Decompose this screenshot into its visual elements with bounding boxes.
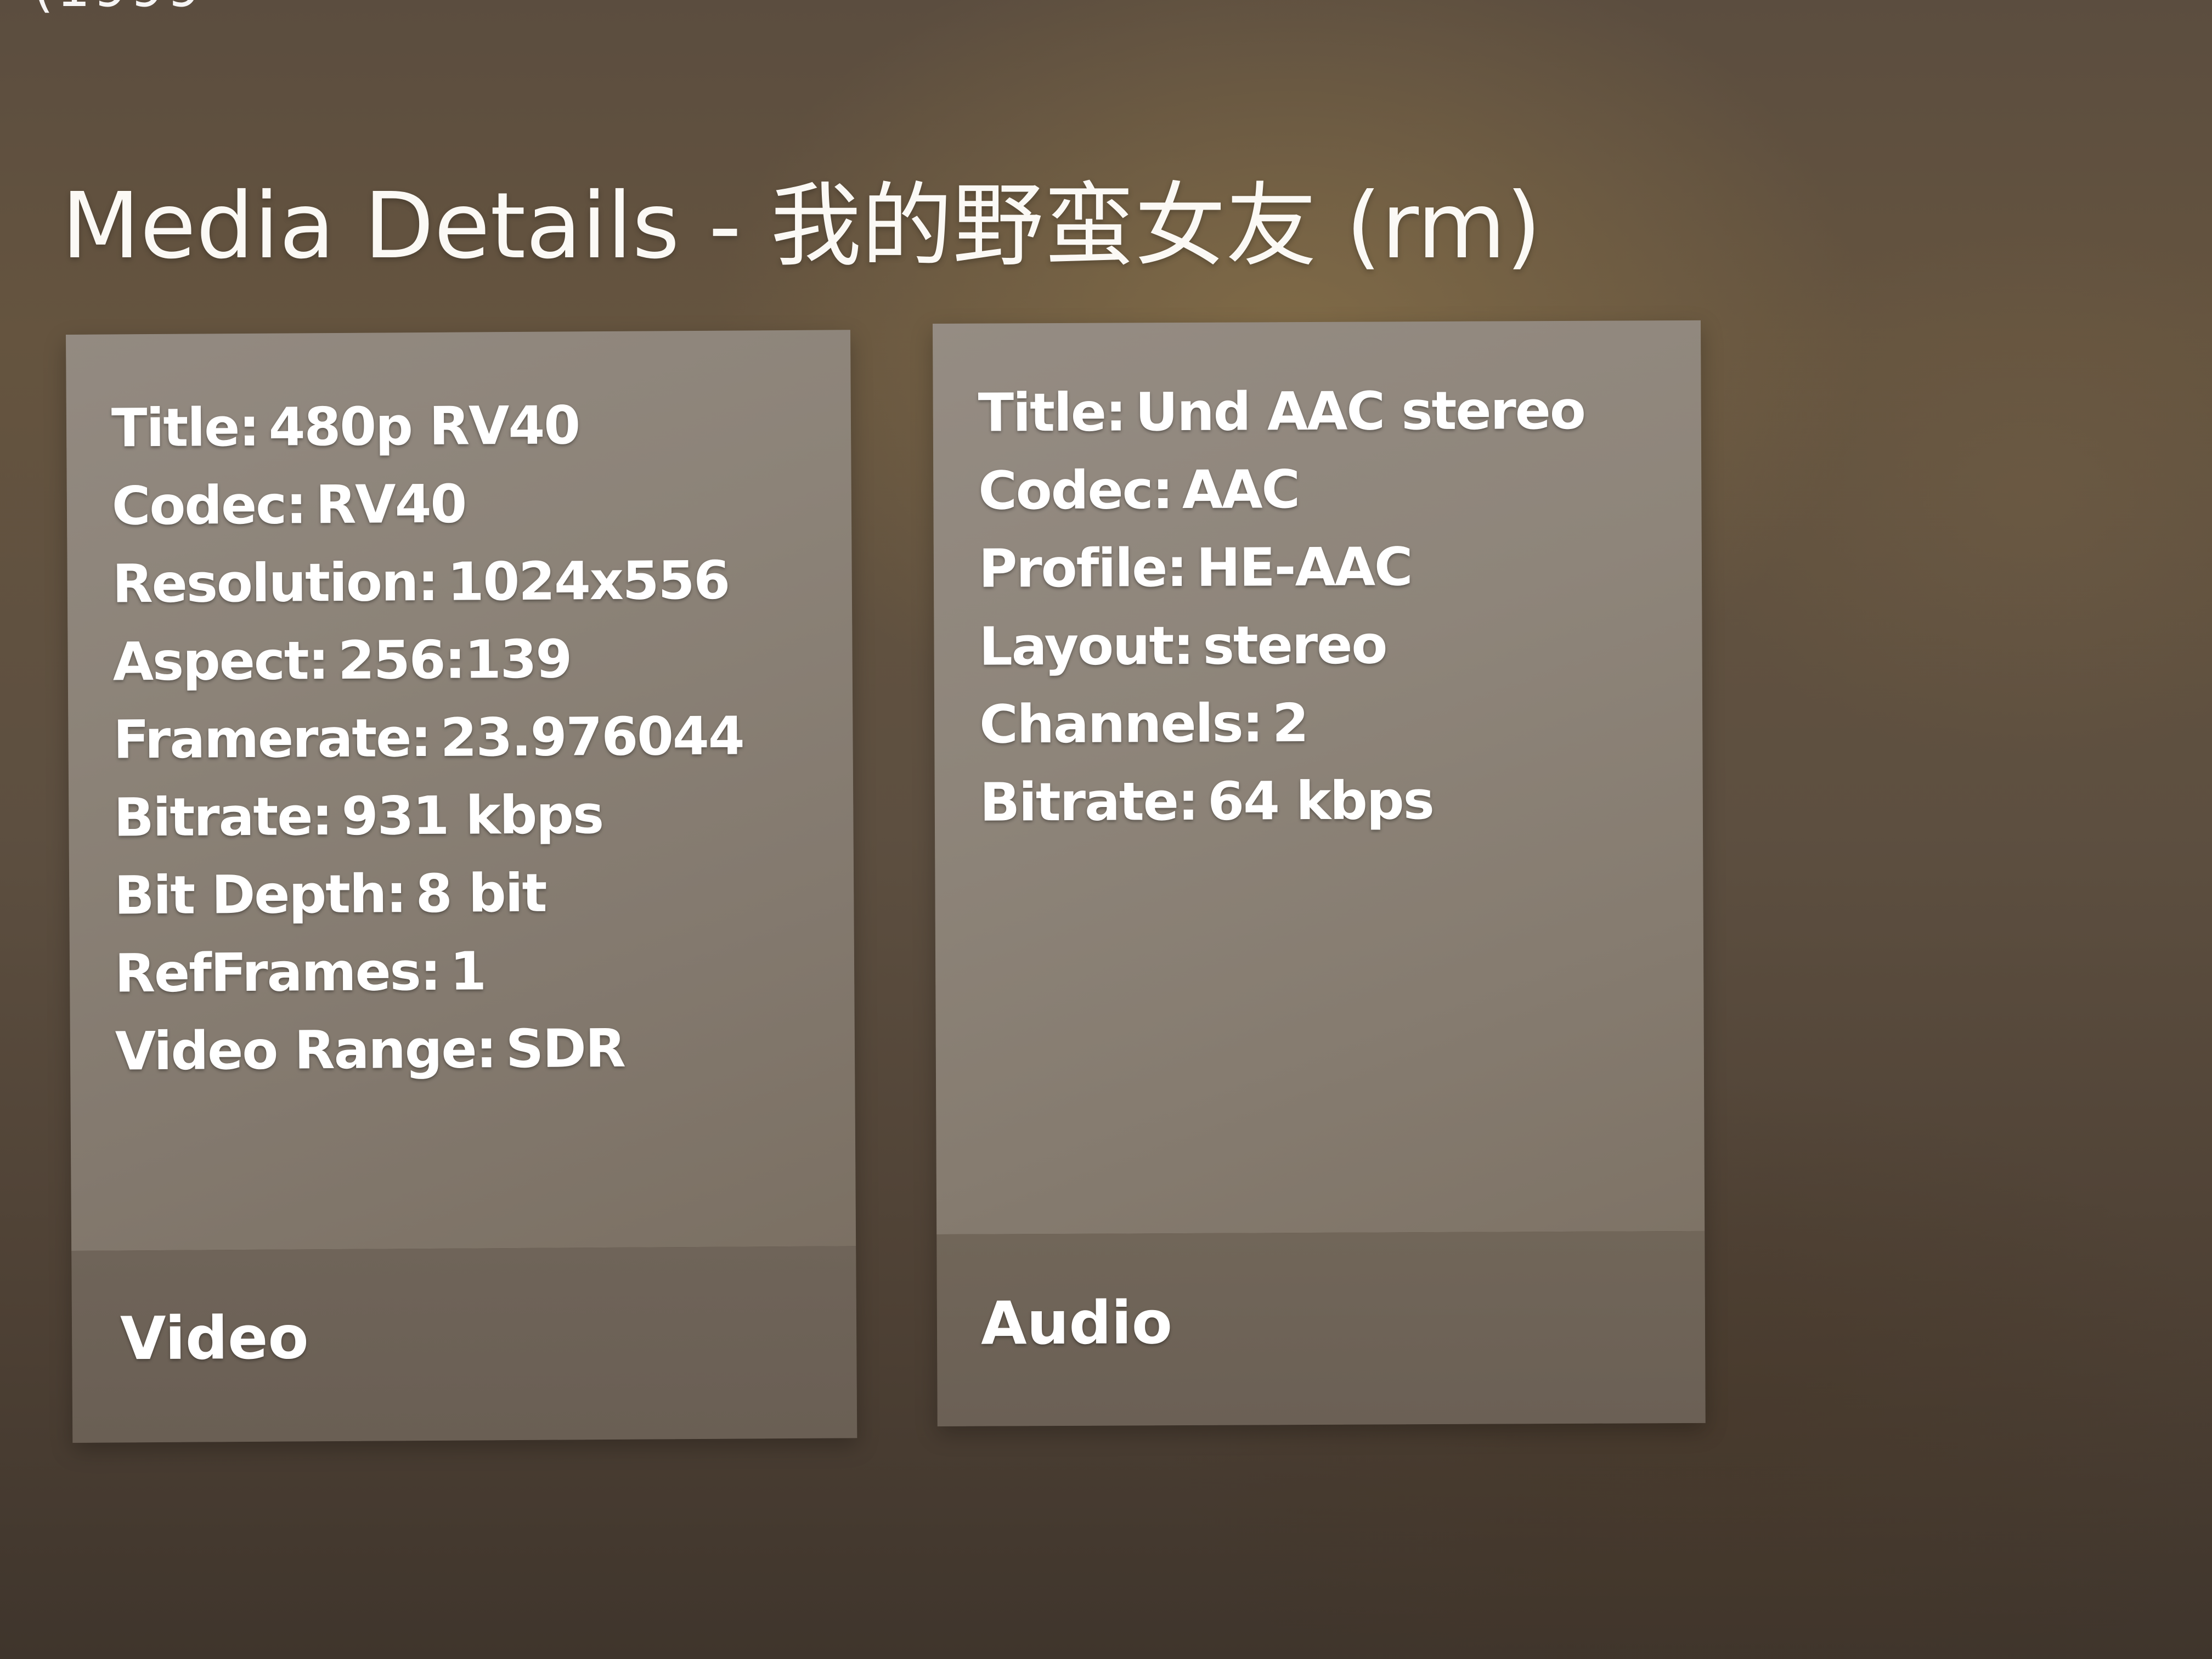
detail-key: Resolution (112, 551, 418, 615)
video-detail-bit-depth: Bit Depth: 8 bit (114, 862, 546, 927)
audio-detail-codec: Codec: AAC (978, 459, 1300, 522)
audio-detail-channels: Channels: 2 (979, 692, 1308, 755)
detail-key: Framerate (113, 707, 411, 771)
video-details-panel: Title: 480p RV40 Codec: RV40 Resolution: 10… (66, 330, 856, 1251)
detail-key: Bitrate (114, 786, 312, 849)
audio-details-panel: Title: Und AAC stereo Codec: AAC Profile: H… (933, 320, 1705, 1234)
audio-detail-profile: Profile: HE-AAC (978, 536, 1412, 600)
detail-key: Bit Depth (114, 863, 386, 927)
audio-details-list: Title: Und AAC stereo Codec: AAC Profile: H… (978, 371, 1703, 842)
audio-detail-layout: Layout: stereo (979, 614, 1387, 678)
page-title: Media Details - 我的野蛮女友 (rm) (61, 173, 1542, 279)
audio-card-footer: Audio (936, 1231, 1706, 1426)
detail-value: 931 kbps (341, 784, 603, 847)
detail-key: Codec (978, 459, 1153, 522)
detail-value: stereo (1203, 614, 1387, 676)
audio-card-label: Audio (980, 1289, 1173, 1358)
detail-value: 8 bit (415, 862, 546, 925)
detail-value: AAC (1182, 459, 1300, 521)
video-detail-title: Title: 480p RV40 (111, 394, 580, 459)
audio-detail-title: Title: Und AAC stereo (978, 379, 1585, 444)
detail-key: Aspect (112, 630, 309, 693)
video-details-list: Title: 480p RV40 Codec: RV40 Resolution: 10… (111, 385, 855, 1090)
detail-value: 256:139 (337, 628, 572, 691)
detail-value: 64 kbps (1207, 770, 1434, 832)
detail-value: HE-AAC (1196, 536, 1412, 599)
audio-stream-card[interactable]: Title: Und AAC stereo Codec: AAC Profile: H… (933, 320, 1706, 1426)
detail-value: Und AAC stereo (1135, 379, 1585, 443)
detail-key: Video Range (115, 1018, 476, 1082)
video-card-footer: Video (71, 1246, 857, 1443)
detail-key: Profile (978, 537, 1167, 600)
clipped-header-text: (1999 (33, 0, 204, 14)
detail-value: RV40 (315, 473, 466, 536)
detail-key: Bitrate (979, 771, 1178, 833)
detail-value: 1024x556 (447, 549, 730, 613)
video-detail-bitrate: Bitrate: 931 kbps (114, 784, 603, 849)
detail-value: SDR (505, 1017, 625, 1080)
detail-key: Layout (979, 615, 1173, 678)
detail-value: 1 (449, 940, 486, 1002)
detail-key: RefFrames (114, 941, 421, 1005)
detail-key: Title (978, 381, 1106, 444)
detail-key: Codec (111, 474, 286, 537)
video-stream-card[interactable]: Title: 480p RV40 Codec: RV40 Resolution: 10… (66, 330, 857, 1443)
video-detail-resolution: Resolution: 1024x556 (112, 549, 730, 615)
detail-value: 2 (1272, 692, 1308, 754)
video-detail-aspect: Aspect: 256:139 (112, 628, 572, 693)
detail-value: 480p RV40 (268, 394, 580, 458)
video-card-label: Video (120, 1304, 309, 1374)
audio-detail-bitrate: Bitrate: 64 kbps (979, 770, 1434, 833)
video-detail-framerate: Framerate: 23.976044 (113, 705, 744, 771)
video-detail-ref-frames: RefFrames: 1 (114, 940, 486, 1005)
detail-key: Channels (979, 692, 1243, 755)
video-detail-codec: Codec: RV40 (111, 473, 466, 537)
media-details-screen: (1999 Media Details - 我的野蛮女友 (rm) Title:… (0, 0, 2212, 1659)
detail-value: 23.976044 (440, 705, 744, 769)
video-detail-video-range: Video Range: SDR (115, 1017, 625, 1082)
detail-key: Title (111, 397, 239, 459)
